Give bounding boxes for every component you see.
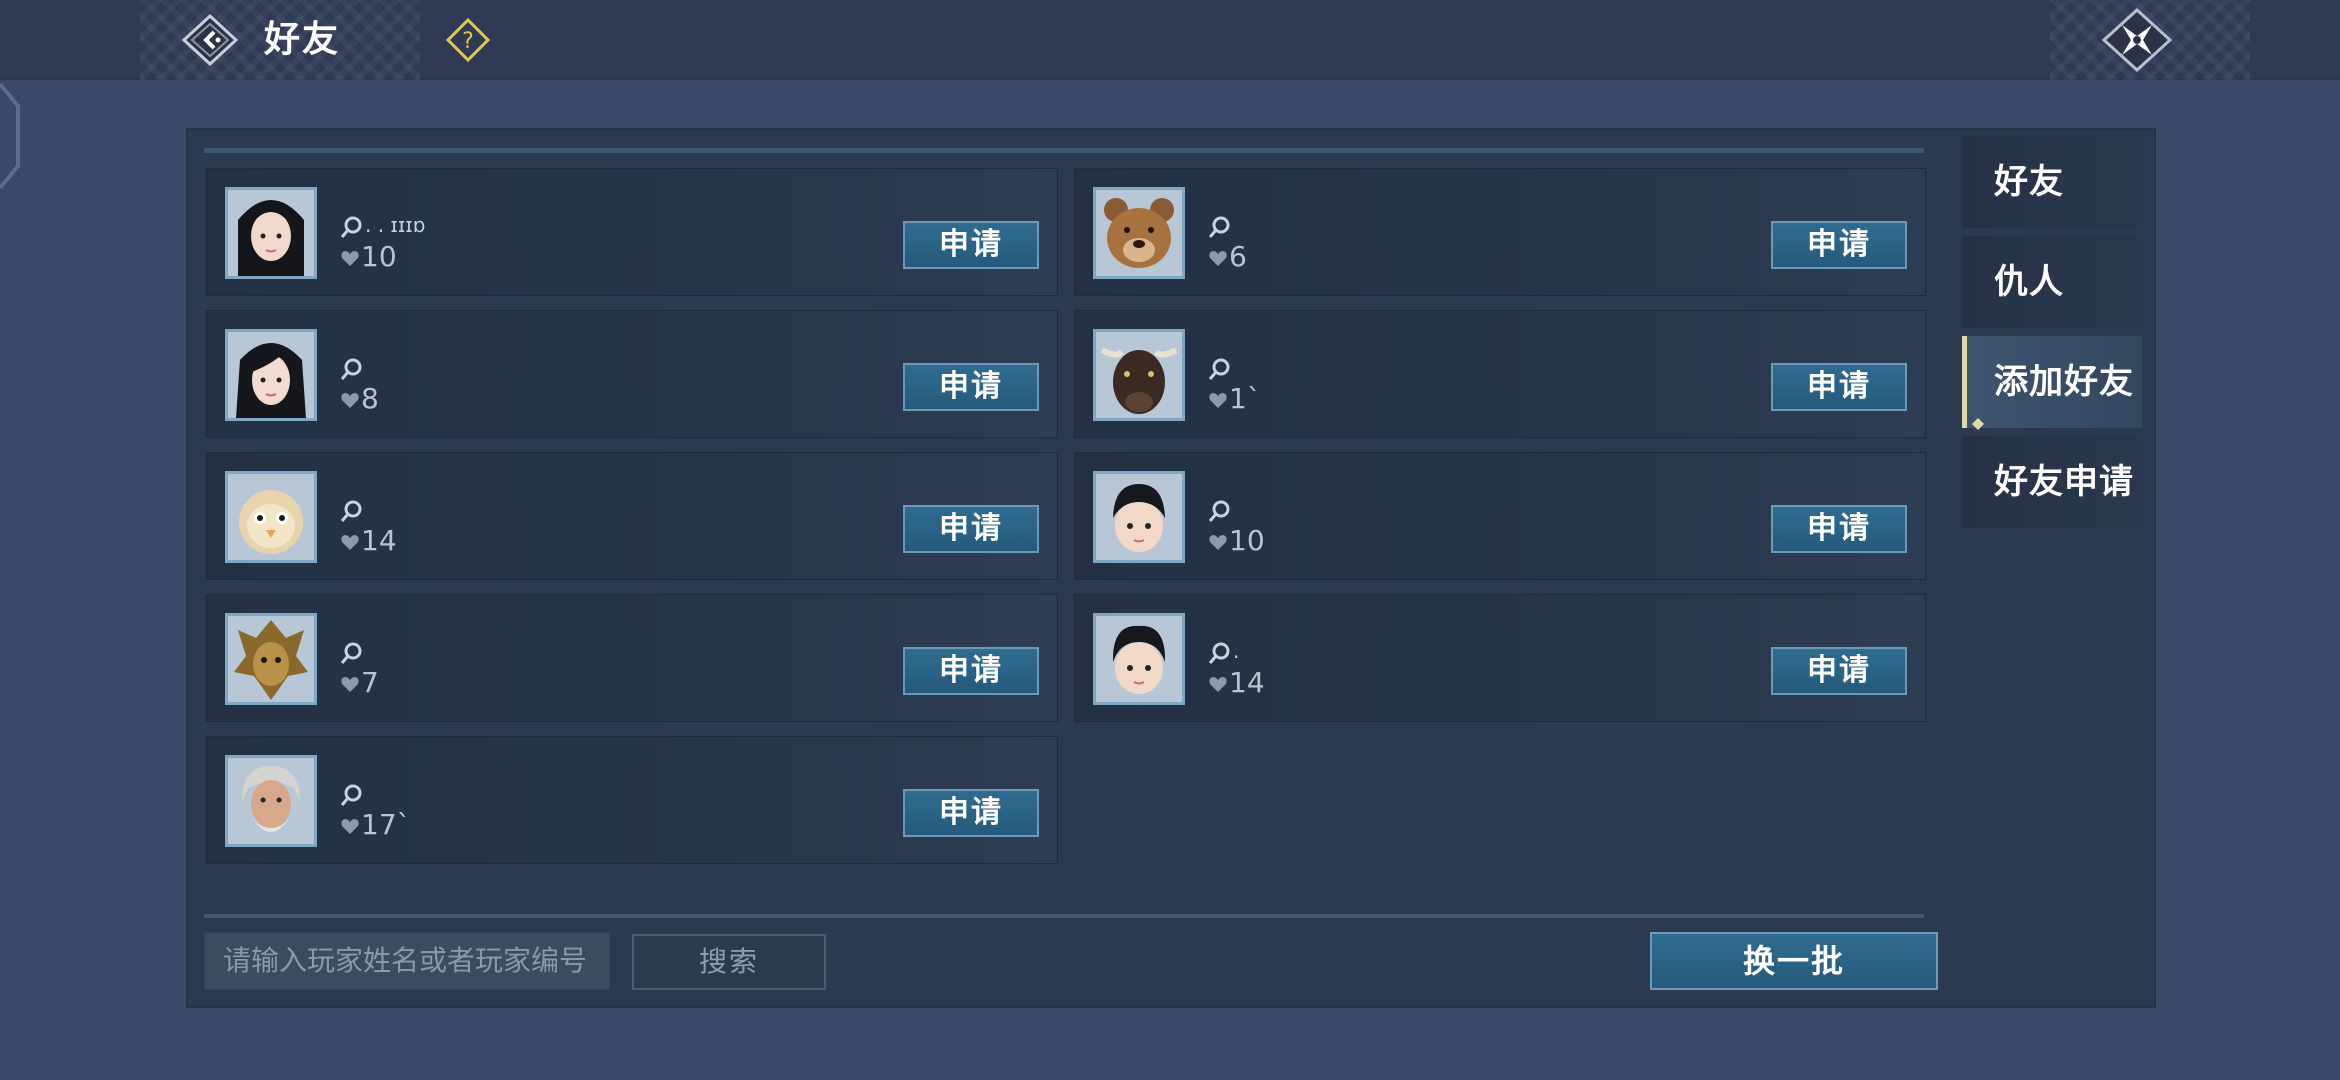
player-card: 17` 申请 — [206, 736, 1058, 864]
side-tab-bar: 好友 仇人 添加好友 好友申请 — [1962, 136, 2142, 536]
search-input[interactable]: 请输入玩家姓名或者玩家编号 — [204, 932, 610, 990]
player-level: 14 — [1229, 666, 1265, 699]
tab-label: 仇人 — [1994, 262, 2064, 302]
top-bar: 好友 ? — [0, 0, 2340, 80]
left-edge-ornament — [0, 76, 24, 196]
active-marker-icon — [1971, 374, 1985, 430]
heart-icon — [1207, 247, 1229, 269]
svg-text:?: ? — [462, 29, 474, 54]
tab-friend-requests[interactable]: 好友申请 — [1962, 436, 2142, 528]
magnifier-level-icon — [1207, 357, 1233, 383]
add-friend-panel: . . ɪɪɪɒ 10 申请 6 申请 8 申请 1` 申请 14 申请 10 … — [186, 128, 2156, 1008]
refresh-batch-button[interactable]: 换一批 — [1650, 932, 1938, 990]
magnifier-level-icon — [339, 357, 365, 383]
tab-label: 添加好友 — [1994, 362, 2134, 402]
player-card: 1` 申请 — [1074, 310, 1926, 438]
player-card: 14 申请 — [206, 452, 1058, 580]
apply-button[interactable]: 申请 — [903, 789, 1039, 837]
magnifier-level-icon — [339, 783, 365, 809]
player-card: 8 申请 — [206, 310, 1058, 438]
magnifier-level-icon — [1207, 641, 1233, 667]
player-avatar[interactable] — [1093, 613, 1185, 705]
magnifier-level-icon — [339, 215, 365, 241]
tab-label: 好友 — [1994, 162, 2064, 202]
player-avatar[interactable] — [225, 329, 317, 421]
close-shuriken-icon[interactable] — [2100, 7, 2174, 73]
player-level: 8 — [361, 382, 379, 415]
apply-button[interactable]: 申请 — [1771, 647, 1907, 695]
player-level: 6 — [1229, 240, 1247, 273]
heart-icon — [339, 815, 361, 837]
apply-button[interactable]: 申请 — [903, 505, 1039, 553]
player-card: 10 申请 — [1074, 452, 1926, 580]
player-level: 10 — [1229, 524, 1265, 557]
divider-top — [204, 148, 1924, 153]
apply-button[interactable]: 申请 — [903, 363, 1039, 411]
player-name: . . ɪɪɪɒ — [365, 213, 426, 237]
player-card: . 14 申请 — [1074, 594, 1926, 722]
player-name: . — [1233, 639, 1240, 663]
player-avatar[interactable] — [225, 613, 317, 705]
player-avatar[interactable] — [1093, 471, 1185, 563]
heart-icon — [339, 247, 361, 269]
apply-button[interactable]: 申请 — [1771, 363, 1907, 411]
apply-button[interactable]: 申请 — [903, 221, 1039, 269]
apply-button[interactable]: 申请 — [1771, 221, 1907, 269]
heart-icon — [339, 531, 361, 553]
player-avatar[interactable] — [225, 755, 317, 847]
player-level: 14 — [361, 524, 397, 557]
apply-button[interactable]: 申请 — [903, 647, 1039, 695]
player-card: 6 申请 — [1074, 168, 1926, 296]
player-avatar[interactable] — [225, 471, 317, 563]
heart-icon — [1207, 673, 1229, 695]
player-avatar[interactable] — [225, 187, 317, 279]
magnifier-level-icon — [339, 499, 365, 525]
magnifier-level-icon — [1207, 499, 1233, 525]
heart-icon — [1207, 389, 1229, 411]
apply-button[interactable]: 申请 — [1771, 505, 1907, 553]
magnifier-level-icon — [339, 641, 365, 667]
search-button[interactable]: 搜索 — [632, 934, 826, 990]
player-list: . . ɪɪɪɒ 10 申请 6 申请 8 申请 1` 申请 14 申请 10 … — [206, 168, 1926, 868]
player-level: 1` — [1229, 382, 1261, 415]
tab-label: 好友申请 — [1994, 462, 2134, 502]
player-level: 7 — [361, 666, 379, 699]
tab-friends[interactable]: 好友 — [1962, 136, 2142, 228]
back-arrow-diamond-icon[interactable] — [178, 13, 242, 67]
player-avatar[interactable] — [1093, 329, 1185, 421]
heart-icon — [1207, 531, 1229, 553]
tab-enemies[interactable]: 仇人 — [1962, 236, 2142, 328]
player-card: . . ɪɪɪɒ 10 申请 — [206, 168, 1058, 296]
heart-icon — [339, 673, 361, 695]
page-title: 好友 — [264, 19, 341, 60]
tab-add-friend[interactable]: 添加好友 — [1962, 336, 2142, 430]
player-card: 7 申请 — [206, 594, 1058, 722]
player-level: 10 — [361, 240, 397, 273]
divider-bottom — [204, 914, 1924, 918]
player-avatar[interactable] — [1093, 187, 1185, 279]
heart-icon — [339, 389, 361, 411]
question-diamond-icon[interactable]: ? — [445, 17, 491, 63]
magnifier-level-icon — [1207, 215, 1233, 241]
player-level: 17` — [361, 808, 411, 841]
